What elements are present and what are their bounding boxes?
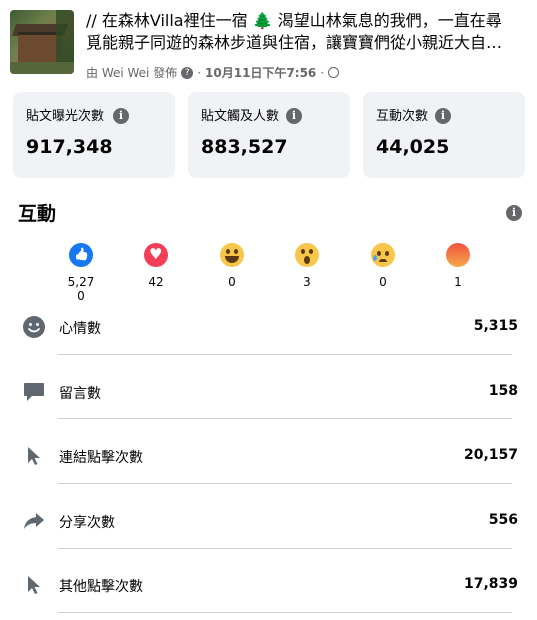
row-label: 連結點擊次數 (59, 450, 143, 466)
reaction-count: 3 (303, 275, 311, 289)
post-header: // 在森林Villa裡住一宿 🌲 渴望山林氣息的我們，一直在尋 覓能親子同遊的… (10, 8, 530, 80)
like-icon (69, 243, 93, 267)
post-text[interactable]: // 在森林Villa裡住一宿 🌲 渴望山林氣息的我們，一直在尋 覓能親子同遊的… (86, 10, 530, 54)
post-date[interactable]: 10月11日下午7:56 (205, 64, 316, 81)
post-thumbnail[interactable] (10, 10, 74, 74)
engagement-title: 互動 (18, 203, 57, 225)
post-text-line-1: // 在森林Villa裡住一宿 🌲 渴望山林氣息的我們，一直在尋 (86, 11, 502, 30)
divider (58, 354, 512, 355)
meta-separator: · (197, 65, 202, 80)
row-reactions[interactable]: 心情數 5,315 (22, 307, 518, 347)
love-icon (144, 243, 168, 267)
row-label: 心情數 (59, 321, 101, 337)
stat-value: 917,348 (26, 136, 113, 158)
haha-icon (220, 243, 244, 267)
info-icon[interactable]: i (286, 108, 302, 124)
stat-value: 883,527 (201, 136, 288, 158)
angry-icon (446, 243, 470, 267)
row-label: 其他點擊次數 (59, 579, 143, 595)
row-label: 分享次數 (59, 515, 115, 531)
row-value: 158 (488, 383, 518, 399)
info-icon[interactable]: i (435, 108, 451, 124)
row-value: 17,839 (463, 576, 518, 592)
row-comments[interactable]: 留言數 158 (22, 372, 518, 412)
globe-icon (328, 67, 340, 78)
info-icon[interactable]: i (506, 205, 522, 221)
meta-separator-2: · (320, 65, 325, 80)
row-label: 留言數 (59, 386, 101, 402)
sad-icon (371, 243, 395, 267)
reaction-love[interactable]: 42 (134, 243, 178, 289)
divider (58, 483, 512, 484)
post-text-line-2: 覓能親子同遊的森林步道與住宿，讓寶寶們從小親近大自… (86, 33, 503, 52)
reaction-wow[interactable]: 3 (285, 243, 329, 289)
stat-card-reach: 貼文觸及人數 i 883,527 (188, 92, 350, 178)
reaction-sad[interactable]: 0 (361, 243, 405, 289)
row-other-clicks[interactable]: 其他點擊次數 17,839 (22, 565, 518, 605)
row-value: 556 (488, 512, 518, 528)
row-value: 5,315 (473, 318, 518, 334)
info-icon[interactable]: i (113, 108, 129, 124)
reaction-like[interactable]: 5,270 (59, 243, 103, 303)
reaction-count: 1 (454, 275, 462, 289)
row-link-clicks[interactable]: 連結點擊次數 20,157 (22, 436, 518, 476)
cursor-icon (28, 576, 40, 594)
wow-icon (295, 243, 319, 267)
stat-label: 貼文曝光次數 (26, 109, 105, 124)
reaction-haha[interactable]: 0 (210, 243, 254, 289)
smiley-icon (23, 316, 45, 338)
reaction-count: 42 (148, 275, 164, 289)
question-icon[interactable]: ? (181, 66, 194, 79)
thumbnail-ground (10, 62, 74, 74)
reaction-count: 0 (228, 275, 236, 289)
stat-value: 44,025 (376, 136, 450, 158)
stat-cards: 貼文曝光次數 i 917,348 貼文觸及人數 i 883,527 互動次數 i… (13, 92, 526, 178)
divider (58, 418, 512, 419)
cursor-icon (28, 447, 40, 465)
stat-card-engagements: 互動次數 i 44,025 (363, 92, 525, 178)
stat-card-impressions: 貼文曝光次數 i 917,348 (13, 92, 175, 178)
divider (58, 612, 512, 613)
comment-icon (24, 383, 44, 401)
divider (58, 548, 512, 549)
reaction-count: 0 (379, 275, 387, 289)
reaction-angry[interactable]: 1 (436, 243, 480, 289)
stat-label: 互動次數 (376, 109, 429, 124)
row-shares[interactable]: 分享次數 556 (22, 501, 518, 541)
post-author[interactable]: 由 Wei Wei 發佈 (86, 64, 177, 81)
row-value: 20,157 (463, 447, 518, 463)
share-icon (24, 513, 44, 529)
reaction-count: 5,270 (67, 275, 95, 303)
stat-label: 貼文觸及人數 (201, 109, 280, 124)
post-meta: 由 Wei Wei 發佈 ? · 10月11日下午7:56 · (86, 64, 340, 81)
